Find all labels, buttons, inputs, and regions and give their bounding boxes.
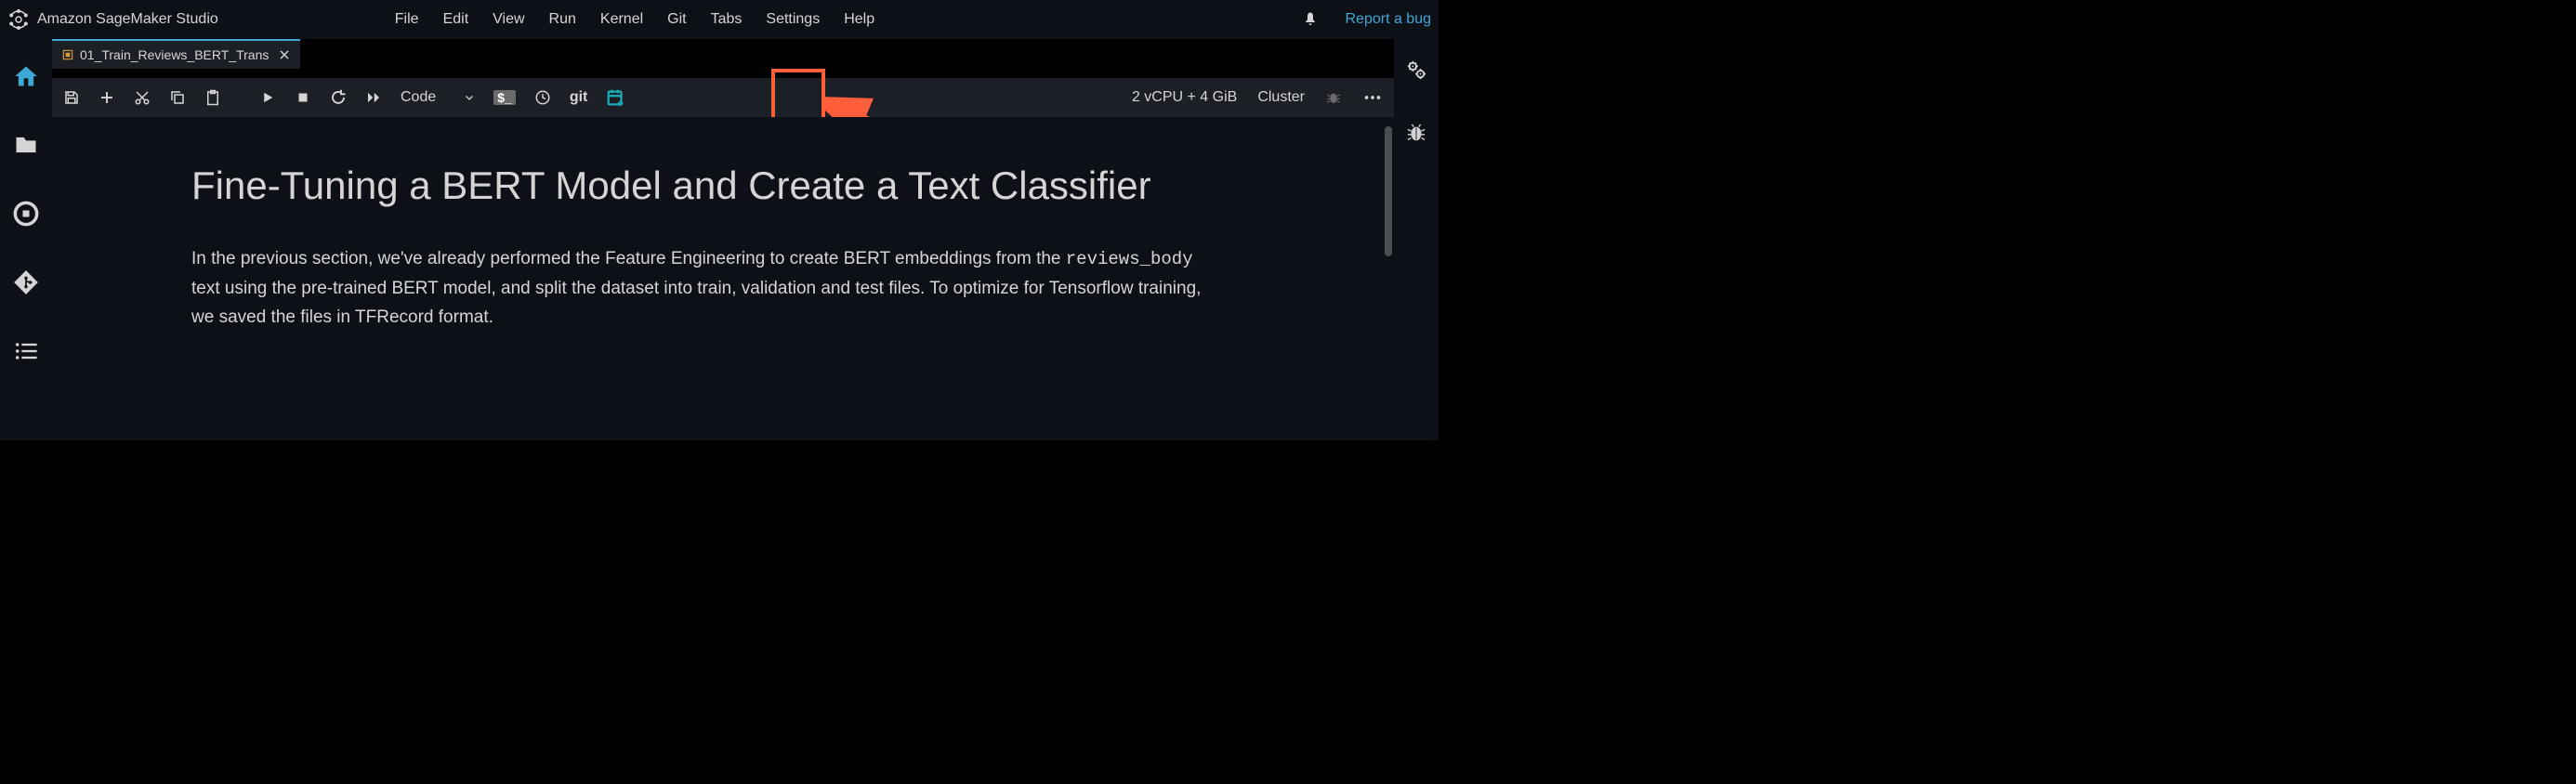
cell-type-selector[interactable]: Code xyxy=(401,89,475,106)
more-icon[interactable] xyxy=(1362,87,1383,108)
tab-notebook[interactable]: 01_Train_Reviews_BERT_Trans xyxy=(52,39,300,69)
stop-icon[interactable] xyxy=(295,89,311,106)
notebook-file-icon xyxy=(61,48,74,61)
toc-icon[interactable] xyxy=(13,338,39,364)
cell-type-label: Code xyxy=(401,89,436,106)
top-bar-right: Report a bug xyxy=(1302,11,1431,28)
copy-icon[interactable] xyxy=(169,89,186,106)
logo-area: Amazon SageMaker Studio xyxy=(7,8,218,31)
document-title: Fine-Tuning a BERT Model and Create a Te… xyxy=(191,162,1255,211)
close-icon[interactable] xyxy=(278,48,291,61)
menu-run[interactable]: Run xyxy=(549,11,576,28)
main-area: 01_Train_Reviews_BERT_Trans xyxy=(52,39,1394,440)
running-icon[interactable] xyxy=(13,201,39,227)
fast-forward-icon[interactable] xyxy=(365,89,382,106)
toolbar-right: 2 vCPU + 4 GiB Cluster xyxy=(1132,87,1383,108)
menu-view[interactable]: View xyxy=(493,11,524,28)
history-icon[interactable] xyxy=(534,89,551,106)
inline-code: reviews_body xyxy=(1066,249,1193,269)
git-icon[interactable] xyxy=(13,269,39,295)
menu-file[interactable]: File xyxy=(395,11,419,28)
terminal-icon[interactable]: $_ xyxy=(493,90,516,105)
para-text-2: text using the pre-trained BERT model, a… xyxy=(191,279,1201,327)
report-bug-link[interactable]: Report a bug xyxy=(1345,11,1431,28)
menu-items: File Edit View Run Kernel Git Tabs Setti… xyxy=(395,11,874,28)
save-icon[interactable] xyxy=(63,89,80,106)
schedule-notebook-icon[interactable] xyxy=(606,87,626,108)
restart-icon[interactable] xyxy=(330,89,347,106)
kernel-status-icon[interactable] xyxy=(1325,89,1342,106)
menu-kernel[interactable]: Kernel xyxy=(600,11,643,28)
tab-bar: 01_Train_Reviews_BERT_Trans xyxy=(52,39,1394,69)
menu-edit[interactable]: Edit xyxy=(443,11,469,28)
run-icon[interactable] xyxy=(259,89,276,106)
sagemaker-logo-icon xyxy=(7,8,30,31)
debug-icon[interactable] xyxy=(1406,123,1426,143)
menu-help[interactable]: Help xyxy=(844,11,874,28)
notifications-icon[interactable] xyxy=(1302,11,1319,28)
folder-icon[interactable] xyxy=(13,132,39,158)
right-sidebar xyxy=(1394,39,1439,440)
home-icon[interactable] xyxy=(13,63,39,89)
compute-type[interactable]: 2 vCPU + 4 GiB xyxy=(1132,89,1237,106)
add-cell-icon[interactable] xyxy=(99,89,115,106)
notebook-toolbar: Code $_ git 2 vCPU + 4 GiB Cluster xyxy=(52,78,1394,117)
menu-tabs[interactable]: Tabs xyxy=(711,11,743,28)
paste-icon[interactable] xyxy=(204,89,221,106)
para-text-1: In the previous section, we've already p… xyxy=(191,249,1066,268)
cut-icon[interactable] xyxy=(134,89,151,106)
tab-label: 01_Train_Reviews_BERT_Trans xyxy=(80,47,269,62)
left-sidebar xyxy=(0,39,52,440)
menu-settings[interactable]: Settings xyxy=(766,11,820,28)
git-button[interactable]: git xyxy=(570,89,588,106)
scrollbar[interactable] xyxy=(1385,126,1392,256)
app-title: Amazon SageMaker Studio xyxy=(37,11,218,28)
cluster-label[interactable]: Cluster xyxy=(1257,89,1305,106)
document-paragraph: In the previous section, we've already p… xyxy=(191,244,1214,333)
chevron-down-icon xyxy=(464,92,475,103)
gears-icon[interactable] xyxy=(1406,59,1426,80)
top-menu-bar: Amazon SageMaker Studio File Edit View R… xyxy=(0,0,1439,39)
notebook-content[interactable]: Fine-Tuning a BERT Model and Create a Te… xyxy=(52,117,1394,440)
menu-git[interactable]: Git xyxy=(667,11,686,28)
